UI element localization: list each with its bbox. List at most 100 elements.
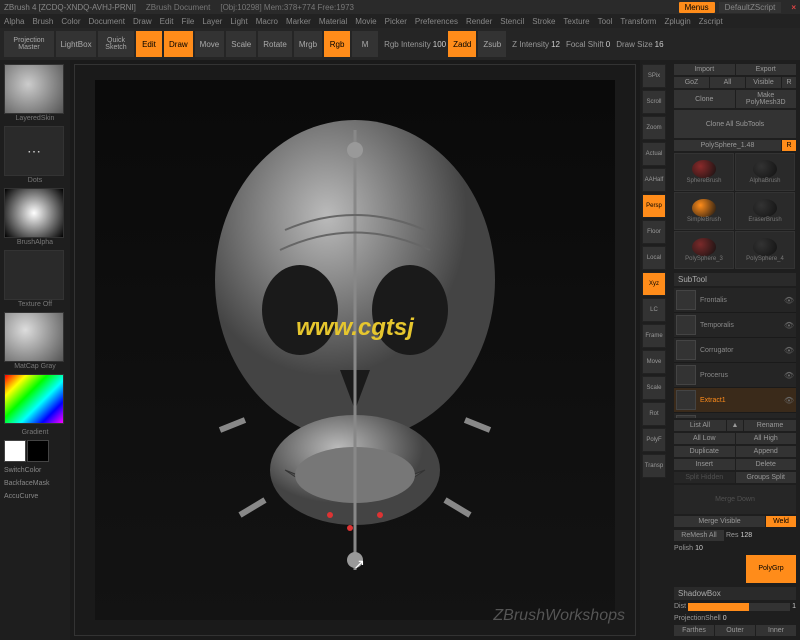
- eye-icon[interactable]: 👁: [784, 321, 794, 330]
- z-intensity-value[interactable]: 12: [551, 40, 560, 49]
- eye-icon[interactable]: 👁: [784, 371, 794, 380]
- split-hidden-button[interactable]: Split Hidden: [674, 472, 735, 483]
- menu-transform[interactable]: Transform: [620, 17, 656, 26]
- canvas[interactable]: www.cgtsj ZBrushWorkshops: [74, 64, 636, 636]
- rgb-button[interactable]: Rgb: [324, 31, 350, 57]
- alpha-selector[interactable]: [4, 188, 64, 238]
- move-button[interactable]: Move: [195, 31, 225, 57]
- main-color-swatch[interactable]: [4, 440, 26, 462]
- rtool-floor[interactable]: Floor: [642, 220, 666, 244]
- delete-button[interactable]: Delete: [736, 459, 797, 470]
- menu-macro[interactable]: Macro: [256, 17, 278, 26]
- eye-icon[interactable]: 👁: [784, 396, 794, 405]
- tool-preset-polysphere_3[interactable]: PolySphere_3: [674, 231, 734, 269]
- rtool-local[interactable]: Local: [642, 246, 666, 270]
- close-icon[interactable]: ×: [791, 3, 796, 12]
- make-polymesh-button[interactable]: Make PolyMesh3D: [736, 90, 797, 108]
- menu-file[interactable]: File: [181, 17, 194, 26]
- outer-button[interactable]: Outer: [715, 625, 755, 636]
- menu-edit[interactable]: Edit: [160, 17, 174, 26]
- duplicate-button[interactable]: Duplicate: [674, 446, 735, 457]
- inner-button[interactable]: Inner: [756, 625, 796, 636]
- m-button[interactable]: M: [352, 31, 378, 57]
- rtool-transp[interactable]: Transp: [642, 454, 666, 478]
- lightbox-button[interactable]: LightBox: [56, 31, 96, 57]
- rtool-scroll[interactable]: Scroll: [642, 90, 666, 114]
- zsub-button[interactable]: Zsub: [478, 31, 506, 57]
- res-value[interactable]: 128: [740, 532, 752, 539]
- subtool-procerus[interactable]: Procerus👁: [674, 363, 796, 388]
- menu-layer[interactable]: Layer: [202, 17, 222, 26]
- rtool-persp[interactable]: Persp: [642, 194, 666, 218]
- gradient-label[interactable]: Gradient: [4, 429, 66, 436]
- polish-value[interactable]: 10: [695, 545, 703, 552]
- zadd-button[interactable]: Zadd: [448, 31, 476, 57]
- rotate-button[interactable]: Rotate: [258, 31, 292, 57]
- menu-document[interactable]: Document: [89, 17, 125, 26]
- remesh-all-button[interactable]: ReMesh All: [674, 530, 724, 541]
- rtool-polyf[interactable]: PolyF: [642, 428, 666, 452]
- subtool-temporalis[interactable]: Temporalis👁: [674, 313, 796, 338]
- projection-master-button[interactable]: Projection Master: [4, 31, 54, 57]
- draw-size-value[interactable]: 16: [655, 40, 664, 49]
- menu-light[interactable]: Light: [230, 17, 247, 26]
- tool-preset-alphabrush[interactable]: AlphaBrush: [735, 153, 795, 191]
- rtool-frame[interactable]: Frame: [642, 324, 666, 348]
- goz-button[interactable]: GoZ: [674, 77, 709, 88]
- weld-button[interactable]: Weld: [766, 516, 796, 527]
- viewport[interactable]: www.cgtsj: [95, 80, 615, 620]
- tool-preset-spherebrush[interactable]: SphereBrush: [674, 153, 734, 191]
- rtool-spix[interactable]: SPix: [642, 64, 666, 88]
- quicksketch-button[interactable]: Quick Sketch: [98, 31, 134, 57]
- clone-button[interactable]: Clone: [674, 90, 735, 108]
- farthes-button[interactable]: Farthes: [674, 625, 714, 636]
- eye-icon[interactable]: 👁: [784, 296, 794, 305]
- visible-button[interactable]: Visible: [746, 77, 781, 88]
- rtool-xyz[interactable]: Xyz: [642, 272, 666, 296]
- insert-button[interactable]: Insert: [674, 459, 735, 470]
- all-button[interactable]: All: [710, 77, 745, 88]
- subtool-corrugator[interactable]: Corrugator👁: [674, 338, 796, 363]
- menu-brush[interactable]: Brush: [32, 17, 53, 26]
- color-picker[interactable]: [4, 374, 64, 424]
- append-button[interactable]: Append: [736, 446, 797, 457]
- menu-preferences[interactable]: Preferences: [415, 17, 458, 26]
- polygrp-button[interactable]: PolyGrp: [746, 555, 796, 583]
- backfacemask-toggle[interactable]: BackfaceMask: [4, 479, 66, 488]
- menu-stencil[interactable]: Stencil: [500, 17, 524, 26]
- rename-button[interactable]: Rename: [744, 420, 796, 431]
- menu-render[interactable]: Render: [466, 17, 492, 26]
- export-button[interactable]: Export: [736, 64, 797, 75]
- default-zscript-button[interactable]: DefaultZScript: [719, 2, 782, 13]
- menu-tool[interactable]: Tool: [598, 17, 613, 26]
- texture-selector[interactable]: [4, 250, 64, 300]
- menu-zscript[interactable]: Zscript: [699, 17, 723, 26]
- rtool-lc[interactable]: LC: [642, 298, 666, 322]
- menu-draw[interactable]: Draw: [133, 17, 152, 26]
- rtool-scale[interactable]: Scale: [642, 376, 666, 400]
- rtool-zoom[interactable]: Zoom: [642, 116, 666, 140]
- rtool-rot[interactable]: Rot: [642, 402, 666, 426]
- up-arrow-button[interactable]: ▲: [727, 420, 743, 431]
- accucurve-toggle[interactable]: AccuCurve: [4, 492, 66, 501]
- scale-button[interactable]: Scale: [226, 31, 256, 57]
- brush-selector[interactable]: [4, 64, 64, 114]
- merge-down-button[interactable]: Merge Down: [674, 485, 796, 513]
- focal-shift-value[interactable]: 0: [606, 40, 610, 49]
- dist-slider[interactable]: [688, 603, 790, 611]
- rtool-actual[interactable]: Actual: [642, 142, 666, 166]
- rtool-move[interactable]: Move: [642, 350, 666, 374]
- menu-color[interactable]: Color: [61, 17, 80, 26]
- eye-icon[interactable]: 👁: [784, 346, 794, 355]
- rgb-intensity-value[interactable]: 100: [433, 40, 446, 49]
- subtool-extract1[interactable]: Extract1👁: [674, 388, 796, 413]
- edit-button[interactable]: Edit: [136, 31, 162, 57]
- tool-preset-simplebrush[interactable]: SimpleBrush: [674, 192, 734, 230]
- tool-preset-eraserbrush[interactable]: EraserBrush: [735, 192, 795, 230]
- mrgb-button[interactable]: Mrgb: [294, 31, 322, 57]
- r2-button[interactable]: R: [782, 140, 796, 151]
- projectionshell-value[interactable]: 0: [723, 615, 727, 622]
- clone-all-subtools-button[interactable]: Clone All SubTools: [674, 110, 796, 138]
- all-high-button[interactable]: All High: [736, 433, 797, 444]
- material-selector[interactable]: [4, 312, 64, 362]
